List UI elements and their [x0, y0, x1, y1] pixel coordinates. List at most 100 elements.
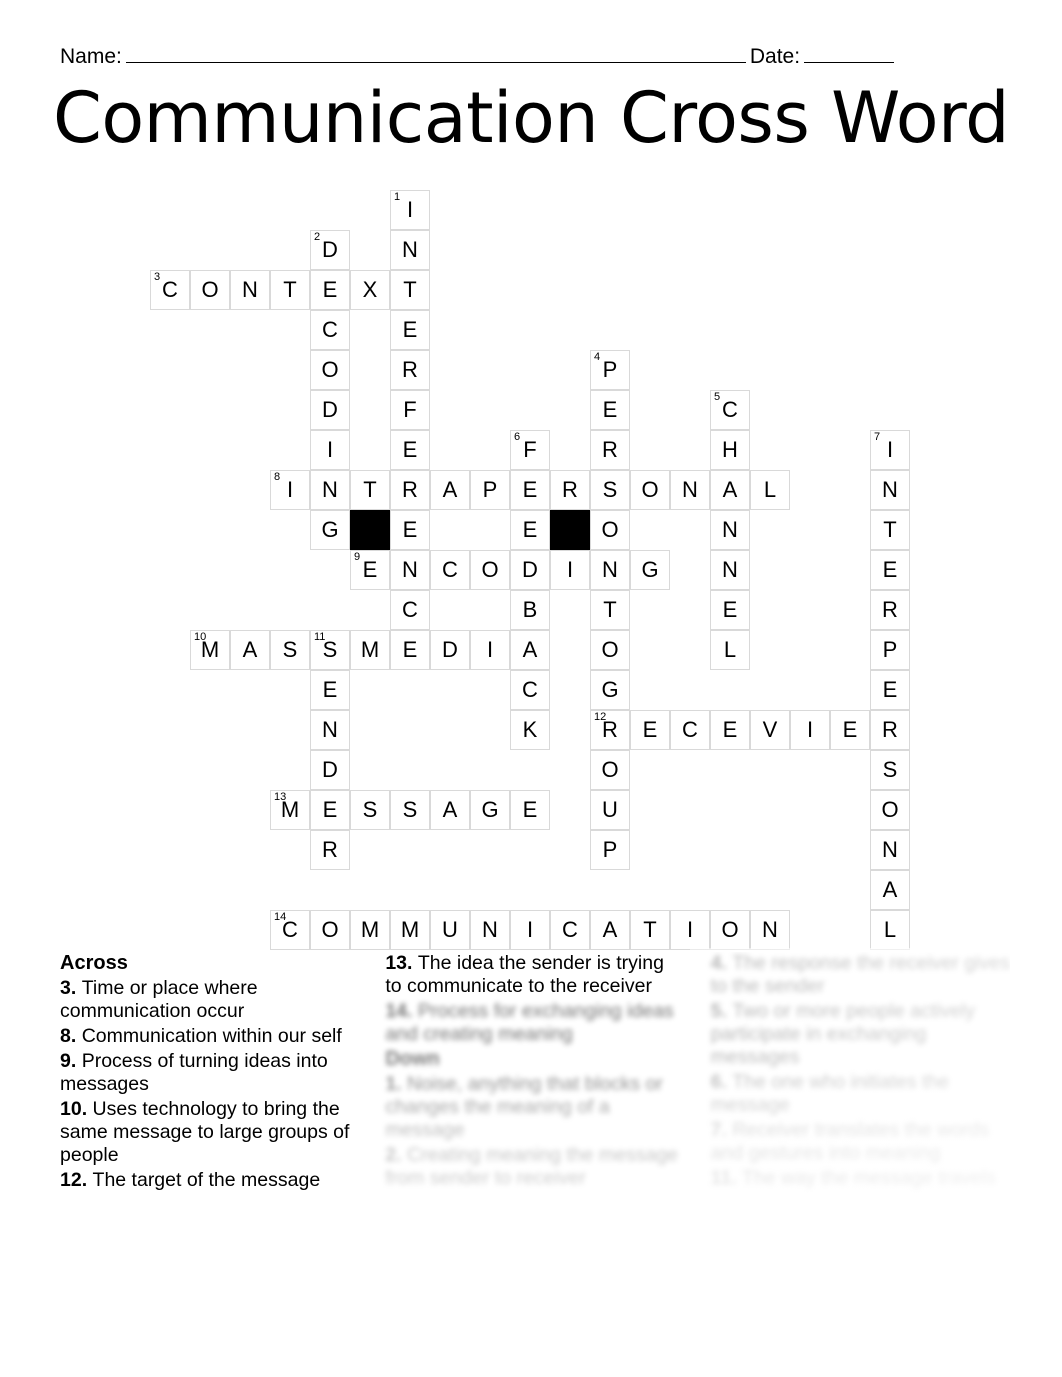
grid-letter-cell[interactable]: E [310, 790, 350, 830]
grid-letter-cell[interactable]: E [870, 670, 910, 710]
grid-letter-cell[interactable]: N [390, 550, 430, 590]
grid-letter-cell[interactable]: E [710, 710, 750, 750]
grid-letter-cell[interactable]: A [510, 630, 550, 670]
grid-letter-cell[interactable]: O [590, 630, 630, 670]
grid-letter-cell[interactable]: T [350, 470, 390, 510]
grid-letter-cell[interactable]: 13 M [270, 790, 310, 830]
grid-letter-cell[interactable]: U [590, 790, 630, 830]
grid-letter-cell[interactable]: 1I [390, 190, 430, 230]
grid-letter-cell[interactable]: M [350, 630, 390, 670]
grid-letter-cell[interactable]: E [390, 630, 430, 670]
grid-letter-cell[interactable]: E [830, 710, 870, 750]
grid-letter-cell[interactable]: S [590, 470, 630, 510]
grid-letter-cell[interactable]: T [270, 270, 310, 310]
grid-letter-cell[interactable]: O [310, 350, 350, 390]
grid-letter-cell[interactable]: O [710, 910, 750, 950]
grid-letter-cell[interactable]: S [270, 630, 310, 670]
grid-letter-cell[interactable]: R [550, 470, 590, 510]
grid-letter-cell[interactable]: F [390, 390, 430, 430]
grid-letter-cell[interactable]: L [710, 630, 750, 670]
grid-letter-cell[interactable]: E [390, 310, 430, 350]
grid-letter-cell[interactable]: A [590, 910, 630, 950]
grid-letter-cell[interactable]: N [750, 910, 790, 950]
grid-letter-cell[interactable]: 2D [310, 230, 350, 270]
grid-letter-cell[interactable]: 7I [870, 430, 910, 470]
grid-letter-cell[interactable]: C [390, 590, 430, 630]
grid-letter-cell[interactable]: T [590, 590, 630, 630]
grid-letter-cell[interactable]: A [710, 470, 750, 510]
grid-letter-cell[interactable]: 11 S [310, 630, 350, 670]
grid-letter-cell[interactable]: U [430, 910, 470, 950]
grid-letter-cell[interactable]: R [870, 590, 910, 630]
grid-letter-cell[interactable]: M [350, 910, 390, 950]
grid-letter-cell[interactable]: 14 C [270, 910, 310, 950]
grid-letter-cell[interactable]: D [510, 550, 550, 590]
grid-letter-cell[interactable]: I [550, 550, 590, 590]
grid-letter-cell[interactable]: D [310, 750, 350, 790]
grid-letter-cell[interactable]: E [630, 710, 670, 750]
grid-letter-cell[interactable]: N [470, 910, 510, 950]
grid-letter-cell[interactable]: D [430, 630, 470, 670]
grid-letter-cell[interactable]: G [310, 510, 350, 550]
grid-letter-cell[interactable]: O [190, 270, 230, 310]
grid-letter-cell[interactable]: E [510, 510, 550, 550]
grid-letter-cell[interactable]: T [630, 910, 670, 950]
grid-letter-cell[interactable]: T [870, 510, 910, 550]
grid-letter-cell[interactable]: N [670, 470, 710, 510]
grid-letter-cell[interactable]: E [510, 470, 550, 510]
grid-letter-cell[interactable]: I [510, 910, 550, 950]
grid-letter-cell[interactable]: 9E [350, 550, 390, 590]
grid-letter-cell[interactable]: N [710, 550, 750, 590]
grid-letter-cell[interactable]: S [870, 750, 910, 790]
date-write-line[interactable] [804, 42, 895, 63]
grid-letter-cell[interactable]: C [510, 670, 550, 710]
grid-letter-cell[interactable]: N [230, 270, 270, 310]
grid-letter-cell[interactable]: E [390, 510, 430, 550]
grid-letter-cell[interactable]: C [310, 310, 350, 350]
grid-letter-cell[interactable]: E [390, 430, 430, 470]
grid-letter-cell[interactable]: N [590, 550, 630, 590]
grid-letter-cell[interactable]: A [870, 870, 910, 910]
grid-letter-cell[interactable]: N [310, 470, 350, 510]
grid-letter-cell[interactable]: B [510, 590, 550, 630]
grid-letter-cell[interactable]: N [310, 710, 350, 750]
grid-letter-cell[interactable]: M [390, 910, 430, 950]
grid-letter-cell[interactable]: S [350, 790, 390, 830]
grid-letter-cell[interactable]: A [430, 790, 470, 830]
grid-letter-cell[interactable]: I [790, 710, 830, 750]
grid-letter-cell[interactable]: G [590, 670, 630, 710]
grid-letter-cell[interactable]: E [510, 790, 550, 830]
grid-letter-cell[interactable]: V [750, 710, 790, 750]
grid-letter-cell[interactable]: N [870, 470, 910, 510]
grid-letter-cell[interactable]: C [430, 550, 470, 590]
grid-letter-cell[interactable]: 10 M [190, 630, 230, 670]
grid-letter-cell[interactable]: E [870, 550, 910, 590]
grid-letter-cell[interactable]: I [470, 630, 510, 670]
grid-letter-cell[interactable]: O [590, 750, 630, 790]
grid-letter-cell[interactable]: C [670, 710, 710, 750]
grid-letter-cell[interactable]: A [430, 470, 470, 510]
grid-letter-cell[interactable]: R [390, 470, 430, 510]
grid-letter-cell[interactable]: I [670, 910, 710, 950]
grid-letter-cell[interactable]: K [510, 710, 550, 750]
grid-letter-cell[interactable]: O [870, 790, 910, 830]
grid-letter-cell[interactable]: P [590, 830, 630, 870]
grid-letter-cell[interactable]: H [710, 430, 750, 470]
grid-letter-cell[interactable]: 8I [270, 470, 310, 510]
grid-letter-cell[interactable]: 5C [710, 390, 750, 430]
grid-letter-cell[interactable]: L [870, 910, 910, 950]
grid-letter-cell[interactable]: P [470, 470, 510, 510]
grid-letter-cell[interactable]: T [390, 270, 430, 310]
grid-letter-cell[interactable]: N [390, 230, 430, 270]
grid-letter-cell[interactable]: O [590, 510, 630, 550]
grid-letter-cell[interactable]: N [710, 510, 750, 550]
grid-letter-cell[interactable]: C [550, 910, 590, 950]
grid-letter-cell[interactable]: G [470, 790, 510, 830]
grid-letter-cell[interactable]: 6F [510, 430, 550, 470]
grid-letter-cell[interactable]: O [470, 550, 510, 590]
grid-letter-cell[interactable]: R [390, 350, 430, 390]
grid-letter-cell[interactable]: O [310, 910, 350, 950]
grid-letter-cell[interactable]: A [230, 630, 270, 670]
grid-letter-cell[interactable]: R [310, 830, 350, 870]
grid-letter-cell[interactable]: L [750, 470, 790, 510]
